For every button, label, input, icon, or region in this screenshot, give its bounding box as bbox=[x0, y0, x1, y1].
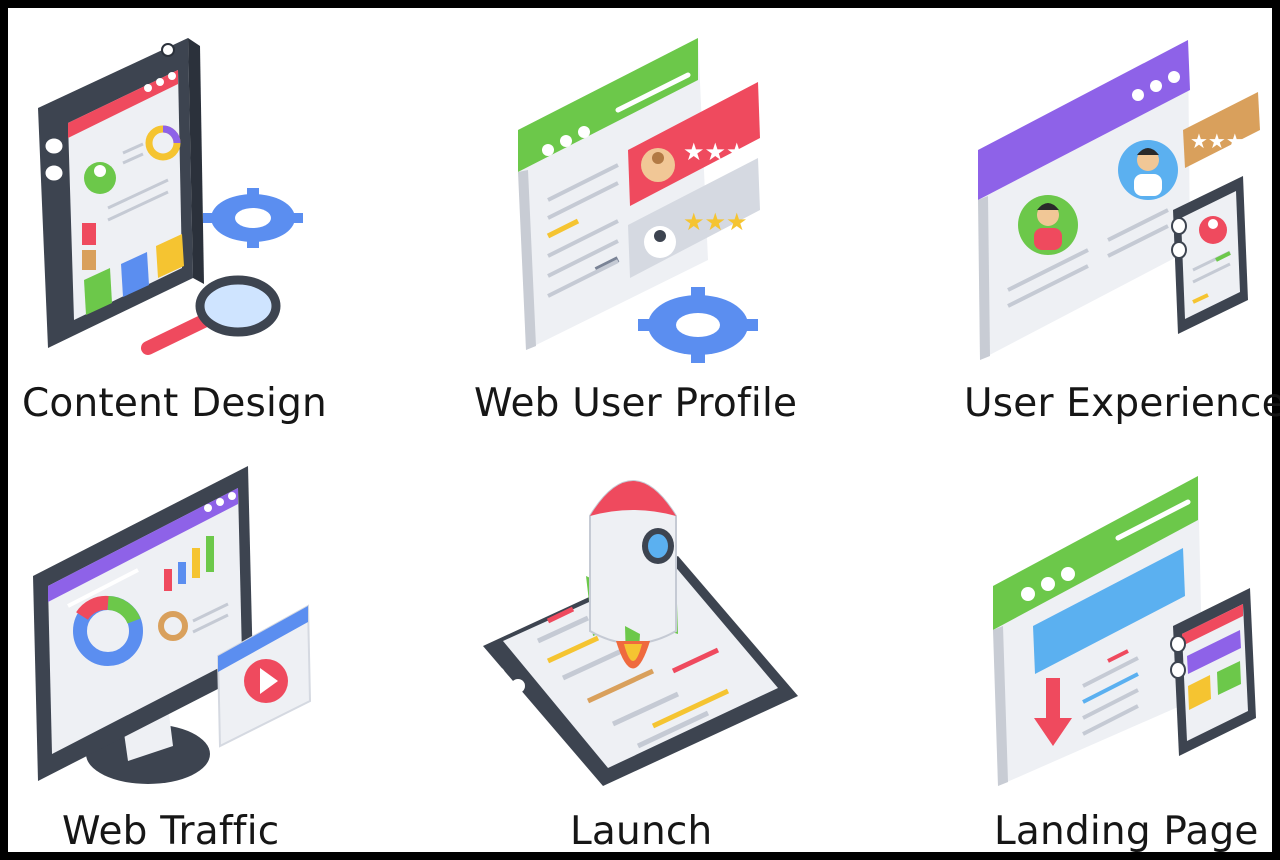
caption-content-design: Content Design bbox=[22, 381, 327, 426]
caption-launch: Launch bbox=[570, 809, 713, 854]
web-user-profile-icon: ★★★ ★★★ bbox=[518, 38, 760, 363]
tile-content-design: Content Design bbox=[22, 28, 328, 423]
mobile-content-design-icon bbox=[38, 38, 303, 355]
svg-text:★★★: ★★★ bbox=[1190, 129, 1244, 153]
icon-sheet: Content Design ★★★ ★★★ Web User Profile … bbox=[0, 0, 1280, 860]
caption-web-traffic: Web Traffic bbox=[62, 809, 280, 854]
tile-user-experience: ★★★ User Experience bbox=[964, 30, 1280, 423]
svg-text:★★★: ★★★ bbox=[683, 138, 748, 166]
svg-text:★★★: ★★★ bbox=[683, 208, 748, 236]
rocket-launch-icon bbox=[483, 480, 798, 786]
caption-web-user-profile: Web User Profile bbox=[474, 381, 798, 426]
web-traffic-monitor-icon bbox=[33, 466, 312, 784]
caption-landing-page: Landing Page bbox=[994, 809, 1259, 854]
tile-landing-page: Landing Page bbox=[988, 456, 1268, 851]
user-experience-icon: ★★★ bbox=[978, 40, 1260, 360]
icon-grid: Content Design ★★★ ★★★ Web User Profile … bbox=[6, 6, 1280, 854]
landing-page-icon bbox=[993, 476, 1256, 786]
tile-web-traffic: Web Traffic bbox=[28, 456, 328, 851]
tile-web-user-profile: ★★★ ★★★ Web User Profile bbox=[474, 30, 808, 423]
caption-user-experience: User Experience bbox=[964, 381, 1280, 426]
tile-launch: Launch bbox=[478, 456, 808, 851]
